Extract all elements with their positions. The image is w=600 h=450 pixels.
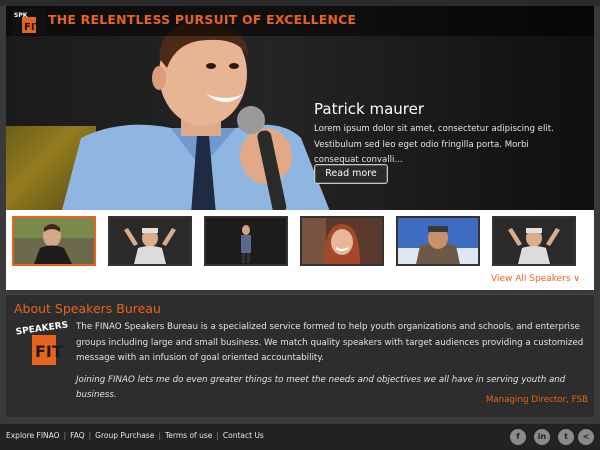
speaker-thumbnail[interactable]: [12, 216, 96, 266]
footer-link-contact[interactable]: Contact Us: [223, 431, 264, 440]
footer-separator: |: [88, 431, 92, 440]
footer-link-terms[interactable]: Terms of use: [165, 431, 212, 440]
view-all-speakers-link[interactable]: View All Speakers ∨: [491, 274, 580, 284]
speaker-thumbnail-image: [14, 218, 94, 264]
speaker-thumbnail-image: [302, 218, 382, 264]
footer-link-explore[interactable]: Explore FINAO: [6, 431, 60, 440]
site-tagline: THE RELENTLESS PURSUIT OF EXCELLENCE: [48, 12, 357, 27]
speaker-thumbnail-image: [110, 218, 190, 264]
speaker-thumbnail-image: [398, 218, 478, 264]
about-title: About Speakers Bureau: [14, 301, 161, 316]
speaker-thumbnail[interactable]: [204, 216, 288, 266]
svg-text:FIT: FIT: [35, 342, 63, 361]
svg-text:SPK: SPK: [14, 12, 28, 19]
linkedin-icon[interactable]: in: [534, 429, 550, 445]
speaker-thumbnail-image: [494, 218, 574, 264]
footer-link-faq[interactable]: FAQ: [70, 431, 85, 440]
facebook-icon[interactable]: f: [510, 429, 526, 445]
about-signature: Managing Director, FSB: [485, 395, 588, 405]
svg-text:FIT: FIT: [24, 22, 42, 33]
hero-speaker-description: Lorem ipsum dolor sit amet, consectetur …: [314, 124, 554, 165]
read-more-button[interactable]: Read more: [314, 164, 388, 184]
about-section: About Speakers Bureau SPEAKERS FIT The F…: [6, 294, 594, 417]
about-description: The FINAO Speakers Bureau is a specializ…: [76, 322, 584, 363]
speaker-thumbnail-image: [206, 218, 286, 264]
site-footer: Explore FINAO | FAQ | Group Purchase | Terms o…: [0, 424, 600, 450]
speaker-thumbnail[interactable]: [396, 216, 480, 266]
speaker-thumbnail[interactable]: [300, 216, 384, 266]
footer-nav: Explore FINAO | FAQ | Group Purchase | Terms o…: [6, 431, 264, 440]
hero-speaker-name: Patrick maurer: [314, 100, 425, 118]
speaker-thumbnail-strip: View All Speakers ∨: [6, 210, 594, 290]
share-icon[interactable]: <: [578, 429, 594, 445]
speaker-thumbnail[interactable]: [108, 216, 192, 266]
tumblr-icon[interactable]: t: [558, 429, 574, 445]
footer-link-group-purchase[interactable]: Group Purchase: [95, 431, 154, 440]
footer-separator: |: [216, 431, 219, 440]
hero-banner: SPK FIT THE RELENTLESS PURSUIT OF EXCELL…: [6, 6, 594, 210]
speaker-thumbnail[interactable]: [492, 216, 576, 266]
footer-separator: |: [63, 431, 67, 440]
footer-separator: |: [158, 431, 161, 440]
speakers-bureau-logo-icon: SPEAKERS FIT: [16, 319, 70, 373]
speakers-bureau-logo-icon[interactable]: SPK FIT: [12, 9, 46, 35]
